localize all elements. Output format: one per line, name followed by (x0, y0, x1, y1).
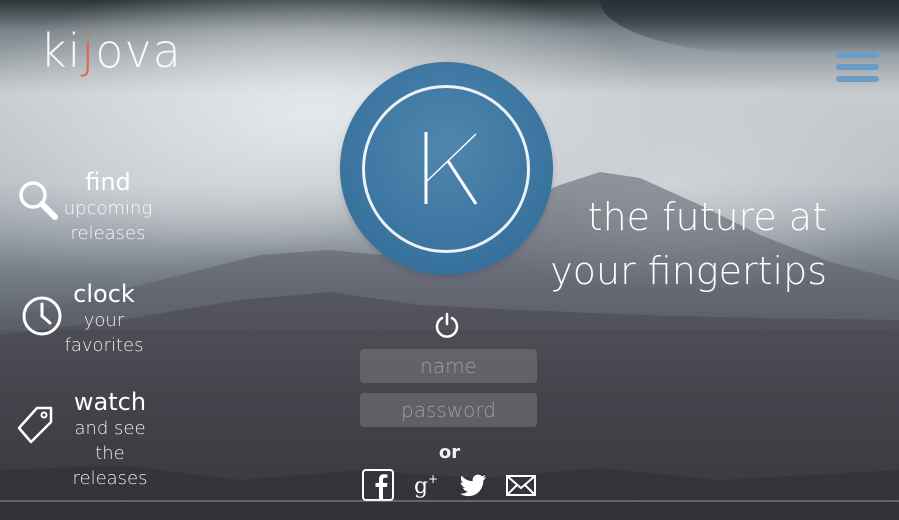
google-plus-icon[interactable]: g + (413, 469, 441, 501)
or-divider-label: or (438, 442, 461, 463)
search-icon[interactable] (16, 178, 58, 220)
svg-text:+: + (428, 472, 438, 486)
feature-clock[interactable]: clock your favorites (60, 280, 148, 358)
logo-prefix: ki (40, 24, 82, 78)
tagline: the future at your fingertips (527, 190, 827, 298)
email-icon[interactable] (505, 469, 537, 501)
feature-title: watch (73, 388, 147, 416)
feature-title: find (85, 168, 131, 196)
k-monogram-icon (424, 132, 478, 205)
tag-icon[interactable] (13, 402, 55, 444)
logo-suffix: ova (95, 24, 182, 78)
feature-subtitle: and see (74, 418, 146, 439)
twitter-icon[interactable] (458, 469, 488, 501)
menu-bar (836, 64, 879, 70)
hamburger-menu-button[interactable] (836, 52, 879, 86)
svg-text:g: g (414, 474, 428, 499)
name-input[interactable] (360, 349, 537, 383)
feature-subtitle: favorites (64, 335, 144, 356)
password-input[interactable] (360, 393, 537, 427)
feature-subtitle: releases (70, 223, 146, 244)
logo-accent-letter: j (81, 24, 96, 78)
power-icon[interactable] (433, 311, 461, 339)
feature-subtitle: upcoming (63, 198, 153, 219)
clock-icon[interactable] (21, 295, 63, 337)
feature-watch[interactable]: watch and see the releases (56, 388, 164, 491)
bottom-divider (0, 500, 899, 502)
menu-bar (836, 52, 879, 58)
feature-find[interactable]: find upcoming releases (62, 168, 154, 246)
feature-subtitle: your (83, 310, 125, 331)
tagline-line-2: your fingertips (550, 249, 827, 293)
kijova-badge (340, 62, 553, 275)
feature-title: clock (73, 280, 135, 308)
brand-logo[interactable]: kijova (40, 24, 182, 78)
tagline-line-1: the future at (587, 195, 827, 239)
facebook-icon[interactable] (361, 469, 395, 501)
menu-bar (836, 76, 879, 82)
